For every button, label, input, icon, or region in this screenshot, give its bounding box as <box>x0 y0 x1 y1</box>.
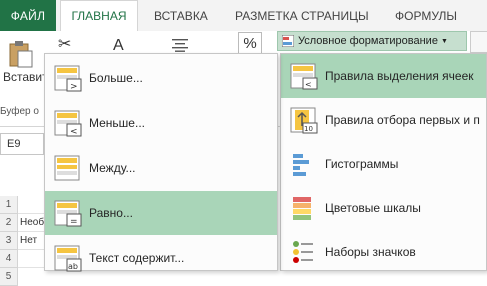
greater-than-rule-icon: > <box>54 65 82 92</box>
clipboard-group-label: Буфер о <box>0 106 39 117</box>
align-center-icon[interactable] <box>172 38 188 52</box>
conditional-formatting-icon <box>282 35 294 47</box>
color-scales-icon <box>293 197 311 220</box>
svg-text:>: > <box>70 82 78 92</box>
cell-a3[interactable]: Нет <box>18 232 46 250</box>
percent-format-button[interactable]: % <box>238 32 262 54</box>
svg-text:A: A <box>113 37 124 54</box>
menu-item-top-bottom-rules[interactable]: 10 Правила отбора первых и п <box>281 98 486 142</box>
conditional-formatting-menu: < Правила выделения ячеек 10 Правила отб… <box>280 53 487 271</box>
svg-text:ab: ab <box>68 262 78 271</box>
row-header-4[interactable]: 4 <box>0 250 18 268</box>
menu-item-label: Между... <box>89 161 136 175</box>
cell-a1[interactable] <box>18 196 46 214</box>
chevron-down-icon: ▼ <box>440 37 448 45</box>
highlight-cells-submenu: > Больше... < Меньше... Между... = Равно… <box>44 53 278 272</box>
menu-item-label: Правила выделения ячеек <box>325 69 474 83</box>
menu-item-greater-than[interactable]: > Больше... <box>45 56 277 100</box>
tab-formulas[interactable]: ФОРМУЛЫ <box>395 0 457 31</box>
ribbon-button-partial[interactable] <box>470 31 487 53</box>
tab-file[interactable]: ФАЙЛ <box>0 0 56 31</box>
name-box[interactable]: E9 <box>0 133 44 155</box>
tab-insert[interactable]: ВСТАВКА <box>154 0 208 31</box>
tab-home[interactable]: ГЛАВНАЯ <box>60 0 138 31</box>
cut-icon[interactable]: ✂ <box>58 34 71 54</box>
row-header-2[interactable]: 2 <box>0 214 18 232</box>
conditional-formatting-label: Условное форматирование <box>298 35 438 47</box>
text-contains-rule-icon: ab <box>54 245 82 272</box>
svg-text:10: 10 <box>304 125 313 133</box>
data-bars-icon <box>293 154 309 176</box>
ribbon-tab-bar: ФАЙЛ ГЛАВНАЯ ВСТАВКА РАЗМЕТКА СТРАНИЦЫ Ф… <box>0 0 487 31</box>
menu-item-text-contains[interactable]: ab Текст содержит... <box>45 236 277 280</box>
menu-item-data-bars[interactable]: Гистограммы <box>281 142 486 186</box>
less-than-rule-icon: < <box>54 110 82 137</box>
menu-item-color-scales[interactable]: Цветовые шкалы <box>281 186 486 230</box>
menu-item-label: Текст содержит... <box>89 251 185 265</box>
svg-text:=: = <box>70 217 78 227</box>
menu-item-label: Больше... <box>89 71 143 85</box>
menu-item-label: Равно... <box>89 206 133 220</box>
tab-page-layout[interactable]: РАЗМЕТКА СТРАНИЦЫ <box>235 0 369 31</box>
paste-button-label[interactable]: Вставит <box>3 70 48 84</box>
row-header-3[interactable]: 3 <box>0 232 18 250</box>
menu-item-label: Правила отбора первых и п <box>325 113 480 127</box>
menu-item-label: Меньше... <box>89 116 145 130</box>
menu-item-label: Гистограммы <box>325 157 399 171</box>
menu-item-label: Цветовые шкалы <box>325 201 421 215</box>
sheet-grid: 1 2 3 4 5 Необ Нет <box>0 178 46 286</box>
equal-to-rule-icon: = <box>54 200 82 227</box>
row-header-1[interactable]: 1 <box>0 196 18 214</box>
menu-item-between[interactable]: Между... <box>45 146 277 190</box>
menu-item-icon-sets[interactable]: Наборы значков <box>281 230 486 274</box>
paste-icon[interactable] <box>8 40 34 68</box>
between-rule-icon <box>54 155 80 181</box>
top-bottom-rules-icon: 10 <box>290 107 318 134</box>
icon-sets-icon <box>293 241 313 263</box>
svg-text:<: < <box>305 80 312 89</box>
menu-item-equal-to[interactable]: = Равно... <box>45 191 277 235</box>
cell-a4[interactable] <box>18 250 46 268</box>
menu-item-highlight-cells-rules[interactable]: < Правила выделения ячеек <box>281 54 486 98</box>
svg-text:<: < <box>70 127 78 137</box>
menu-item-less-than[interactable]: < Меньше... <box>45 101 277 145</box>
conditional-formatting-button[interactable]: Условное форматирование ▼ <box>277 31 467 51</box>
cell-a2[interactable]: Необ <box>18 214 46 232</box>
highlight-cells-rules-icon: < <box>290 63 318 90</box>
menu-item-label: Наборы значков <box>325 245 416 259</box>
